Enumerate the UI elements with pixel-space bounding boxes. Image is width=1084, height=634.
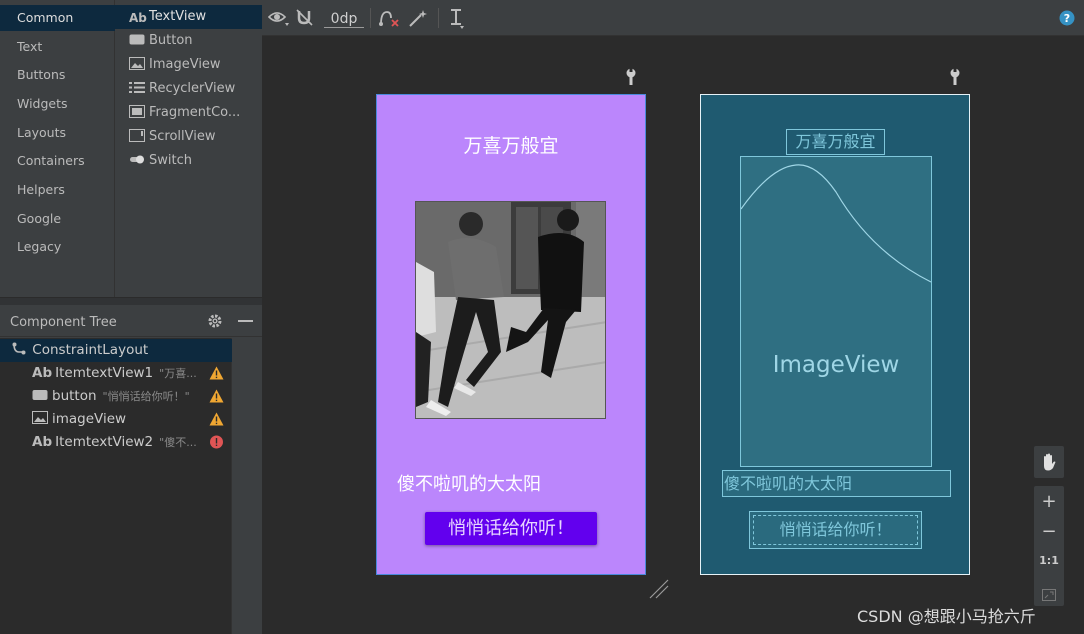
wrench-icon[interactable] xyxy=(625,68,637,90)
hand-icon xyxy=(1041,453,1057,475)
palette-category-containers[interactable]: Containers xyxy=(0,148,115,174)
palette-items: Ab TextView Button ImageView RecyclerView… xyxy=(115,0,262,300)
blueprint-title-text[interactable]: 万喜万般宜 xyxy=(786,129,885,155)
tree-node-itemtextview1[interactable]: Ab ItemtextView1 "万喜... xyxy=(0,362,232,385)
tree-node-label: button xyxy=(52,388,97,404)
blueprint-button-label: 悄悄话给你听！ xyxy=(779,520,892,539)
component-tree-list: ConstraintLayout Ab ItemtextView1 "万喜... b… xyxy=(0,338,232,634)
image-icon xyxy=(129,57,145,71)
tree-node-label: ConstraintLayout xyxy=(32,342,149,358)
palette-category-google[interactable]: Google xyxy=(0,206,115,232)
image-icon xyxy=(32,409,52,432)
clear-constraints-icon[interactable] xyxy=(378,8,400,28)
fragment-icon xyxy=(129,105,145,119)
palette-category-layouts[interactable]: Layouts xyxy=(0,120,115,146)
scrollview-icon xyxy=(129,129,145,143)
zoom-controls: + − 1:1 xyxy=(1034,486,1064,606)
zoom-fit-button[interactable] xyxy=(1034,576,1064,604)
palette-item-switch[interactable]: Switch xyxy=(115,149,262,173)
pan-button[interactable] xyxy=(1034,446,1064,478)
palette-item-textview[interactable]: Ab TextView xyxy=(115,5,262,29)
palette-category-helpers[interactable]: Helpers xyxy=(0,177,115,203)
design-image-photo[interactable] xyxy=(415,201,606,419)
magic-wand-icon[interactable] xyxy=(408,8,428,28)
design-title-text[interactable]: 万喜万般宜 xyxy=(377,131,645,158)
palette-item-recyclerview[interactable]: RecyclerView xyxy=(115,77,262,101)
palette-item-button[interactable]: Button xyxy=(115,29,262,53)
tree-node-label: ItemtextView1 xyxy=(55,365,154,381)
warning-icon[interactable] xyxy=(209,389,224,403)
textview-ab-icon: Ab xyxy=(32,434,53,450)
component-tree-title: Component Tree xyxy=(10,315,117,330)
error-icon[interactable] xyxy=(209,435,224,449)
tree-node-preview: "傻不... xyxy=(159,436,197,449)
panel-splitter[interactable] xyxy=(0,297,262,305)
palette-item-label: ScrollView xyxy=(149,129,216,144)
tree-node-imageview[interactable]: imageView xyxy=(0,408,232,431)
resize-handle-icon[interactable] xyxy=(648,578,670,604)
tree-node-label: imageView xyxy=(52,411,127,427)
palette-item-label: ImageView xyxy=(149,57,221,72)
palette-item-label: RecyclerView xyxy=(149,81,236,96)
wrench-icon[interactable] xyxy=(949,68,961,90)
layout-editor-toolbar: 0dp ? xyxy=(262,0,1084,36)
eye-icon[interactable] xyxy=(267,8,290,28)
blueprint-imageview[interactable]: ImageView xyxy=(740,156,932,467)
palette-category-text[interactable]: Text xyxy=(0,34,115,60)
toolbar-separator xyxy=(438,8,439,28)
palette-item-imageview[interactable]: ImageView xyxy=(115,53,262,77)
zoom-out-button[interactable]: − xyxy=(1034,518,1064,546)
palette-item-fragmentcontainer[interactable]: FragmentCo... xyxy=(115,101,262,125)
switch-icon xyxy=(129,153,145,167)
list-icon xyxy=(129,81,145,95)
tree-node-button[interactable]: button "悄悄话给你听！" xyxy=(0,385,232,408)
palette-categories: Common Text Buttons Widgets Layouts Cont… xyxy=(0,0,115,300)
design-button[interactable]: 悄悄话给你听！ xyxy=(425,512,597,545)
toolbar-separator xyxy=(370,8,371,28)
tree-node-preview: "悄悄话给你听！" xyxy=(102,390,190,403)
gear-icon[interactable] xyxy=(207,313,223,333)
default-margin-field[interactable]: 0dp xyxy=(324,10,364,28)
textview-ab-icon: Ab xyxy=(32,365,53,381)
button-icon xyxy=(129,33,145,47)
zoom-in-button[interactable]: + xyxy=(1034,488,1064,516)
component-tree-panel: Component Tree ConstraintLayout Ab Itemte… xyxy=(0,305,262,634)
tree-node-preview: "万喜... xyxy=(159,367,197,380)
palette-category-widgets[interactable]: Widgets xyxy=(0,91,115,117)
palette-item-label: Switch xyxy=(149,153,192,168)
guidelines-icon[interactable] xyxy=(448,8,468,29)
collapse-icon[interactable] xyxy=(238,320,253,322)
svg-text:?: ? xyxy=(1064,12,1070,25)
tree-node-label: ItemtextView2 xyxy=(55,434,154,450)
button-icon xyxy=(32,386,52,409)
zoom-actual-size-button[interactable]: 1:1 xyxy=(1034,547,1064,575)
blueprint-subtitle-text[interactable]: 傻不啦叽的大太阳 xyxy=(722,470,951,497)
tree-node-constraintlayout[interactable]: ConstraintLayout xyxy=(0,339,232,362)
warning-icon[interactable] xyxy=(209,412,224,426)
palette-item-label: FragmentCo... xyxy=(149,105,241,120)
design-surface[interactable]: 万喜万般宜 傻不啦叽的大太阳 悄悄话给你听！ xyxy=(376,94,646,575)
tree-node-itemtextview2[interactable]: Ab ItemtextView2 "傻不... xyxy=(0,431,232,454)
blueprint-button[interactable]: 悄悄话给你听！ xyxy=(749,511,922,549)
warning-icon[interactable] xyxy=(209,366,224,380)
help-icon[interactable]: ? xyxy=(1059,10,1075,30)
design-subtitle-text[interactable]: 傻不啦叽的大太阳 xyxy=(397,470,541,496)
fit-screen-icon xyxy=(1042,582,1056,610)
palette-category-common[interactable]: Common xyxy=(0,5,115,31)
blueprint-surface[interactable]: 万喜万般宜 ImageView 傻不啦叽的大太阳 悄悄话给你听！ xyxy=(700,94,970,575)
watermark-text: CSDN @想跟小马抢六斤 xyxy=(857,607,1036,626)
constraint-layout-icon xyxy=(12,341,28,364)
palette-item-label: Button xyxy=(149,33,193,48)
blueprint-imageview-label: ImageView xyxy=(772,352,900,378)
component-tree-header: Component Tree xyxy=(0,305,262,337)
palette-category-legacy[interactable]: Legacy xyxy=(0,234,115,260)
blueprint-image-curve xyxy=(741,164,931,283)
palette-category-buttons[interactable]: Buttons xyxy=(0,62,115,88)
palette-item-scrollview[interactable]: ScrollView xyxy=(115,125,262,149)
textview-ab-icon: Ab xyxy=(129,11,147,25)
magnet-off-icon[interactable] xyxy=(295,8,315,28)
palette-item-label: TextView xyxy=(149,9,207,24)
